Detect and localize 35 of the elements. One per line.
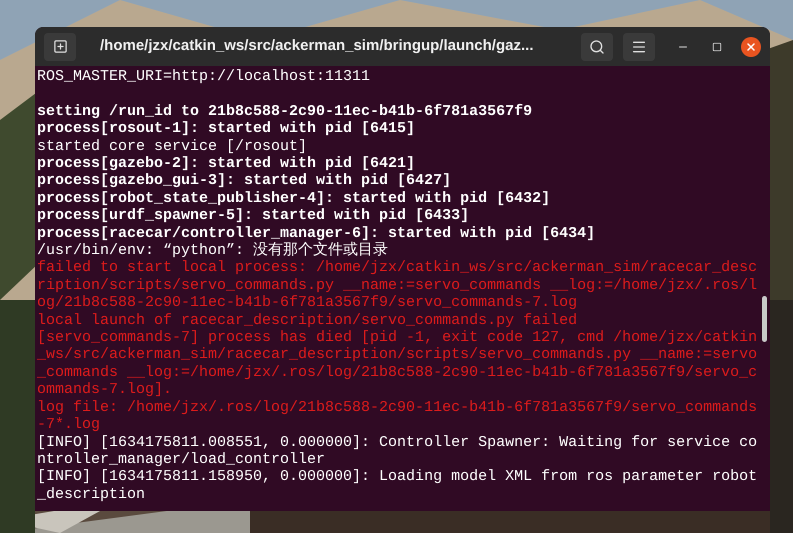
terminal-line: local launch of racecar_description/servo_commands.py failed <box>37 312 578 330</box>
terminal-line: process[rosout-1]: started with pid [6415] <box>37 120 416 138</box>
terminal-line: og/21b8c588-2c90-11ec-b41b-6f781a3567f9/servo_commands-7.log <box>37 294 578 312</box>
menu-button[interactable] <box>623 32 655 60</box>
terminal-line: process[gazebo_gui-3]: started with pid [6427] <box>37 172 452 190</box>
terminal-line: started core service [/rosout] <box>37 138 308 156</box>
terminal-line: process[gazebo-2]: started with pid [6421] <box>37 155 416 172</box>
search-icon <box>589 38 605 54</box>
terminal-line: [INFO] [1634175811.158950, 0.000000]: Loading model XML from ros parameter robot <box>37 468 758 486</box>
scrollbar-thumb <box>762 296 767 342</box>
terminal-line: process[robot_state_publisher-4]: started with pid [6432] <box>37 190 550 208</box>
terminal-line: log file: /home/jzx/.ros/log/21b8c588-2c90-11ec-b41b-6f781a3567f9/servo_commands <box>37 398 758 416</box>
terminal-line: ommands-7.log]. <box>37 381 172 399</box>
maximize-icon <box>712 42 722 52</box>
terminal-line: ntroller_manager/load_controller <box>37 450 326 468</box>
close-button[interactable] <box>741 36 761 56</box>
terminal-line: setting /run_id to 21b8c588-2c90-11ec-b41b-6f781a3567f9 <box>37 102 532 120</box>
new-tab-icon <box>52 39 68 54</box>
new-tab-button[interactable] <box>44 32 76 60</box>
terminal-line: /usr/bin/env: “python”: 没有那个文件或目录 <box>37 242 388 260</box>
terminal-line: [INFO] [1634175811.008551, 0.000000]: Controller Spawner: Waiting for service co <box>37 434 758 451</box>
search-button[interactable] <box>581 32 613 60</box>
terminal-line: process[racecar/controller_manager-6]: started with pid [6434] <box>37 224 596 242</box>
terminal-line: _commands __log:=/home/jzx/.ros/log/21b8c588-2c90-11ec-b41b-6f781a3567f9/servo_c <box>37 364 758 382</box>
menu-icon <box>631 38 647 54</box>
close-icon <box>745 40 757 52</box>
terminal-line: -7*.log <box>37 416 100 434</box>
terminal-line: _ws/src/ackerman_sim/racecar_description/scripts/servo_commands.py __name:=servo <box>37 346 758 364</box>
terminal-line: _description <box>37 486 146 504</box>
window-title: /home/jzx/catkin_ws/src/ackerman_sim/bringup/launch/gaz... <box>100 36 534 56</box>
terminal-line: [servo_commands-7] process has died [pid -1, exit code 127, cmd /home/jzx/catkin <box>37 329 758 346</box>
terminal-line: ription/scripts/servo_commands.py __name:=servo_commands __log:=/home/jzx/.ros/l <box>37 276 758 294</box>
terminal-line: failed to start local process: /home/jzx/catkin_ws/src/ackerman_sim/racecar_desc <box>37 259 758 277</box>
terminal-line: process[urdf_spawner-5]: started with pid [6433] <box>37 207 470 225</box>
terminal-line: ROS_MASTER_URI=http://localhost:11311 <box>37 68 370 86</box>
